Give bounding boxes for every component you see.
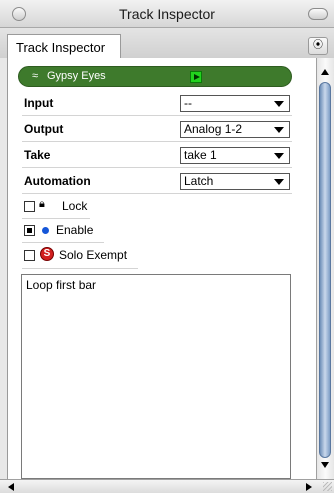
output-label: Output [24,122,64,136]
play-icon[interactable] [190,71,202,83]
divider [22,218,90,219]
tab-menu-button[interactable]: ⦿ [308,37,328,55]
divider [22,141,292,142]
resize-grip-icon[interactable] [323,482,332,491]
solo-icon: S [40,247,54,261]
waveform-icon: ≈ [32,70,39,82]
take-select[interactable]: take 1 [180,147,290,164]
input-select[interactable]: -- [180,95,290,112]
blue-dot-icon [42,227,49,234]
divider [22,193,292,194]
scroll-down-icon[interactable] [321,462,329,468]
horizontal-scrollbar[interactable] [0,479,334,493]
input-label: Input [24,96,54,110]
solo-exempt-option[interactable]: S Solo Exempt [24,247,144,267]
circle-triangle-icon: ⦿ [313,40,323,51]
output-select[interactable]: Analog 1-2 [180,121,290,138]
enable-option[interactable]: Enable [24,222,104,242]
scroll-left-icon[interactable] [8,483,14,491]
divider [22,268,138,269]
lock-label: Lock [62,199,88,213]
track-name: Gypsy Eyes [47,70,106,82]
output-value: Analog 1-2 [184,122,243,136]
solo-exempt-label: Solo Exempt [59,248,128,262]
tab-strip: Track Inspector ⦿ [0,28,334,58]
divider [22,115,292,116]
dropdown-arrow-icon [274,127,284,133]
enable-checkbox[interactable] [24,225,35,236]
input-value: -- [184,96,192,110]
enable-label: Enable [56,223,94,237]
dropdown-arrow-icon [274,101,284,107]
title-bar: Track Inspector [0,0,334,28]
lock-option[interactable]: 🔒︎ Lock [24,198,94,218]
notes-textarea[interactable]: Loop first bar [21,274,291,479]
divider [22,242,104,243]
lock-icon: 🔒︎ [39,198,45,210]
lock-checkbox[interactable] [24,201,35,212]
tab-track-inspector[interactable]: Track Inspector [7,34,121,58]
track-name-bar[interactable]: ≈ Gypsy Eyes [18,66,292,87]
take-value: take 1 [184,148,217,162]
scroll-up-icon[interactable] [321,69,329,75]
window-title: Track Inspector [119,6,215,22]
automation-value: Latch [184,174,214,188]
dropdown-arrow-icon [274,153,284,159]
scroll-right-icon[interactable] [306,483,312,491]
toolbar-toggle-button[interactable] [308,8,328,20]
divider [22,167,292,168]
solo-exempt-checkbox[interactable] [24,250,35,261]
vertical-scrollbar[interactable] [316,58,334,479]
dropdown-arrow-icon [274,179,284,185]
scroll-thumb[interactable] [319,82,331,458]
automation-select[interactable]: Latch [180,173,290,190]
automation-label: Automation [24,174,91,188]
take-label: Take [24,148,51,162]
